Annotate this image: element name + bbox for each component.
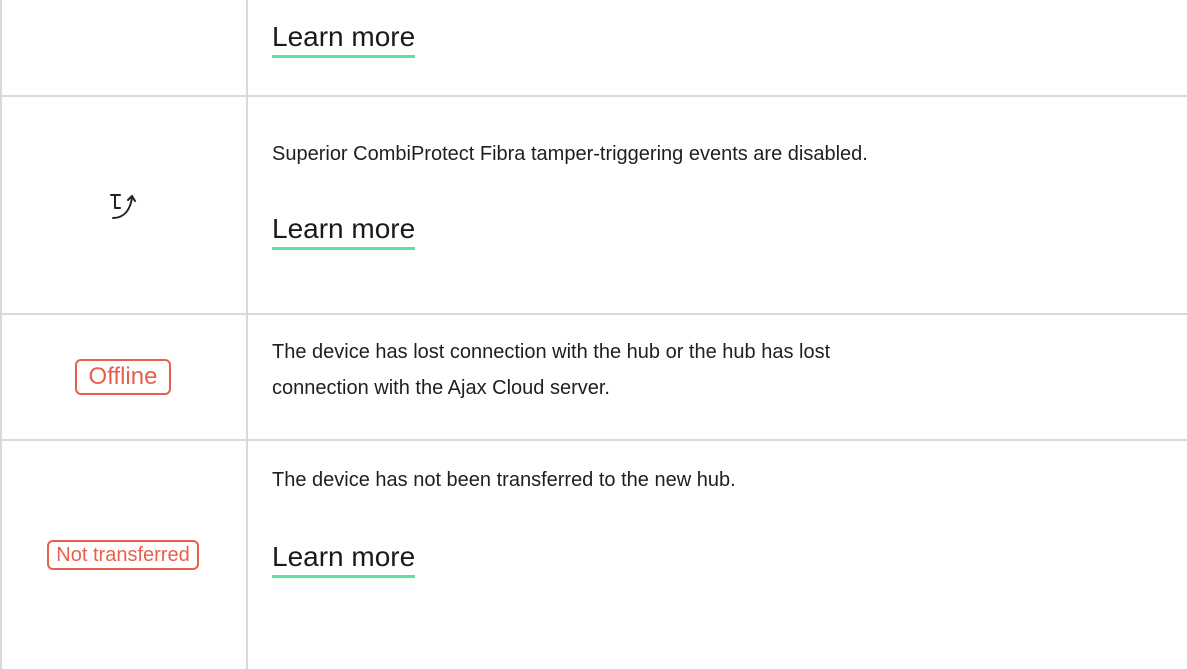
status-table: Learn more Superior CombiProtect Fibra t… bbox=[0, 0, 1187, 669]
row-divider bbox=[0, 313, 1187, 315]
status-badge-not-transferred: Not transferred bbox=[47, 539, 199, 570]
description-cell: Learn more bbox=[272, 20, 1187, 58]
icon-cell: Not transferred bbox=[0, 440, 246, 669]
tamper-disabled-icon bbox=[108, 188, 138, 222]
icon-cell bbox=[0, 0, 246, 96]
description-text: Superior CombiProtect Fibra tamper-trigg… bbox=[272, 143, 868, 165]
description-text-line-1: The device has lost connection with the … bbox=[272, 341, 831, 363]
description-cell: The device has not been transferred to t… bbox=[272, 464, 1187, 578]
row-divider bbox=[0, 95, 1187, 97]
learn-more-link[interactable]: Learn more bbox=[272, 20, 416, 58]
row-divider bbox=[0, 439, 1187, 441]
learn-more-link[interactable]: Learn more bbox=[272, 540, 416, 578]
description-text-line-2: connection with the Ajax Cloud server. bbox=[272, 377, 610, 399]
table-row: Superior CombiProtect Fibra tamper-trigg… bbox=[0, 96, 1187, 314]
description-cell: Superior CombiProtect Fibra tamper-trigg… bbox=[272, 138, 1187, 250]
description-cell: The device has lost connection with the … bbox=[272, 336, 1187, 404]
table-row: Offline The device has lost connection w… bbox=[0, 314, 1187, 440]
table-row: Learn more bbox=[0, 0, 1187, 96]
column-divider bbox=[246, 0, 248, 669]
left-border bbox=[0, 0, 2, 669]
learn-more-link[interactable]: Learn more bbox=[272, 212, 416, 250]
description-text: The device has not been transferred to t… bbox=[272, 469, 736, 491]
icon-cell: Offline bbox=[0, 314, 246, 440]
table-row: Not transferred The device has not been … bbox=[0, 440, 1187, 669]
icon-cell bbox=[0, 96, 246, 314]
status-badge-offline: Offline bbox=[74, 359, 172, 395]
